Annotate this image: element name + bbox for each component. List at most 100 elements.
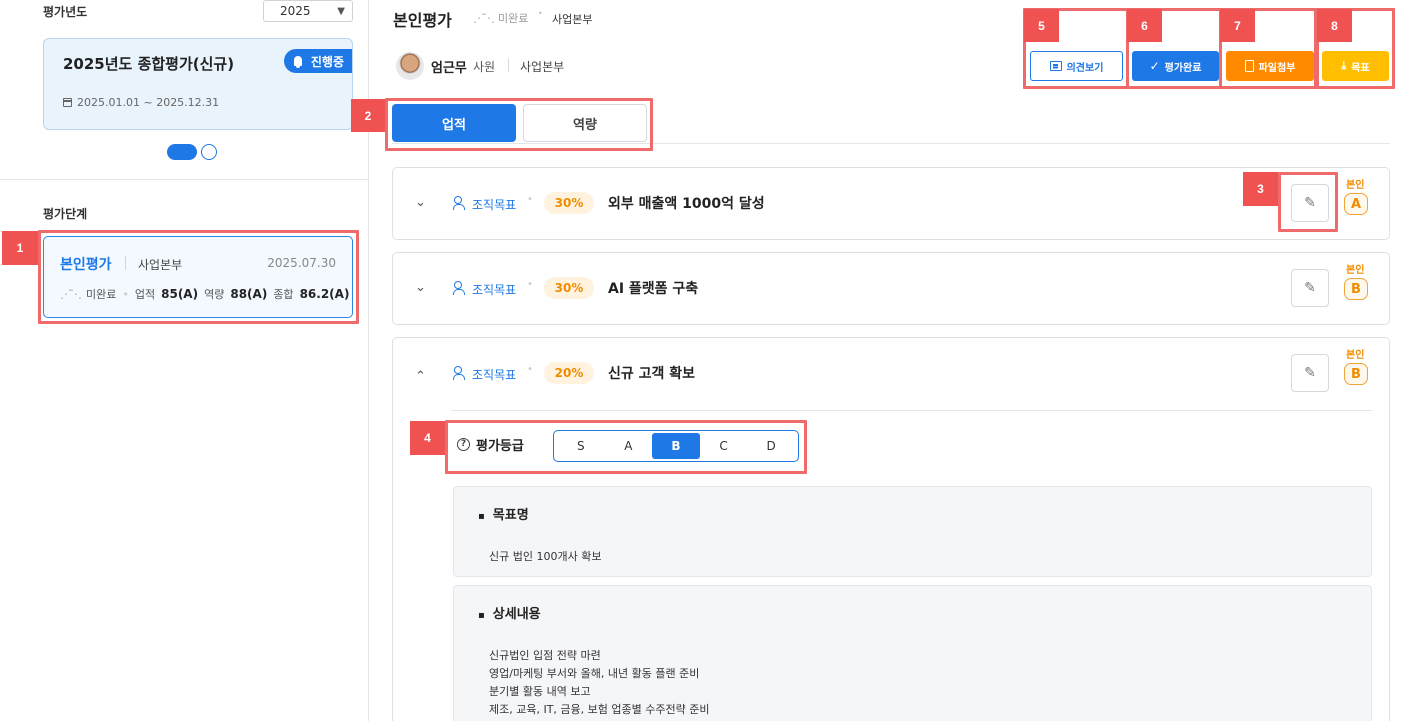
grade-label: ? 평가등급 — [457, 435, 524, 454]
page-title: 본인평가 — [393, 11, 452, 30]
incomplete-icon: ⋰⋱ — [60, 287, 82, 301]
self-grade-label: 본인 — [1346, 180, 1365, 191]
comp-label: 역량 — [204, 288, 225, 301]
stage-card-self-evaluation[interactable]: 본인평가 사업본부 2025.07.30 ⋰⋱ 미완료 • 업적 85(A) 역… — [43, 236, 353, 318]
help-icon[interactable]: ? — [457, 438, 470, 451]
goal-weight: 20% — [544, 362, 594, 384]
stage-date: 2025.07.30 — [267, 256, 336, 270]
self-grade-badge: B — [1344, 363, 1368, 385]
stage-title: 평가단계 — [43, 207, 88, 221]
tab-competency[interactable]: 역량 — [523, 104, 647, 142]
edit-button[interactable]: ✎ — [1291, 354, 1329, 392]
chevron-down-icon[interactable]: ⌄ — [415, 281, 426, 294]
annotation-marker: 2 — [351, 99, 385, 132]
user-dept: 사업본부 — [520, 60, 565, 74]
user-name: 엄근무 — [431, 61, 467, 76]
grade-option-a[interactable]: A — [605, 433, 653, 459]
detail-content-lines: 신규법인 입점 전략 마련 영업/마케팅 부서와 올해, 내년 활동 플랜 준비… — [489, 647, 709, 719]
evaluation-tabs: 업적 역량 — [392, 104, 647, 142]
self-grade-badge: B — [1344, 278, 1368, 300]
sidebar: 평가년도 2025 ▼ 2025년도 종합평가(신규) 진행중 2025.01.… — [0, 0, 369, 721]
grade-label-text: 평가등급 — [476, 439, 524, 454]
evaluation-card[interactable]: 2025년도 종합평가(신규) 진행중 2025.01.01 ~ 2025.12… — [43, 38, 353, 130]
carousel-dots — [167, 144, 217, 160]
people-icon — [453, 366, 469, 380]
bell-icon — [293, 56, 302, 68]
separator-dot: • — [527, 364, 533, 375]
user-rank: 사원 — [473, 60, 496, 74]
period-text: 2025.01.01 ~ 2025.12.31 — [77, 96, 220, 109]
goal-name-title: 목표명 — [478, 504, 529, 523]
tab-performance[interactable]: 업적 — [392, 104, 516, 142]
view-opinion-button[interactable]: 의견보기 — [1030, 51, 1123, 81]
self-grade-label: 본인 — [1346, 265, 1365, 276]
goal-card: ⌄ 조직목표 • 30% AI 플랫폼 구축 ✎ 본인 B — [392, 252, 1390, 325]
tabs-divider — [392, 143, 1390, 144]
incomplete-icon: ⋰⋱ — [473, 11, 495, 25]
goal-download-button[interactable]: ⤓ 목표 — [1322, 51, 1389, 81]
goal-download-label: 목표 — [1351, 62, 1370, 74]
detail-line: 신규법인 입점 전략 마련 — [489, 649, 601, 662]
goal-type: 조직목표 — [472, 283, 517, 297]
complete-evaluation-button[interactable]: ✓ 평가완료 — [1132, 51, 1219, 81]
stage-status: 미완료 — [86, 288, 117, 301]
attach-file-label: 파일첨부 — [1258, 62, 1296, 74]
annotation-marker: 1 — [2, 231, 38, 265]
divider — [508, 58, 509, 72]
sidebar-divider — [0, 179, 368, 180]
annotation-marker: 7 — [1220, 9, 1255, 42]
goal-name-box: 목표명 신규 법인 100개사 확보 — [453, 486, 1372, 577]
view-opinion-label: 의견보기 — [1066, 62, 1104, 74]
chevron-down-icon[interactable]: ⌄ — [415, 196, 426, 209]
attach-file-button[interactable]: 파일첨부 — [1226, 51, 1314, 81]
comment-icon — [1049, 61, 1062, 71]
goal-weight: 30% — [544, 192, 594, 214]
pencil-icon: ✎ — [1304, 365, 1316, 381]
self-grade-badge: A — [1344, 193, 1368, 215]
goal-type: 조직목표 — [472, 368, 517, 382]
detail-content-box: 상세내용 신규법인 입점 전략 마련 영업/마케팅 부서와 올해, 내년 활동 … — [453, 585, 1372, 721]
file-icon — [1244, 60, 1254, 72]
grade-option-c[interactable]: C — [700, 433, 748, 459]
annotation-marker: 8 — [1317, 9, 1352, 42]
year-header: 평가년도 2025 ▼ — [43, 0, 353, 22]
grade-option-b[interactable]: B — [652, 433, 700, 459]
perf-label: 업적 — [134, 288, 156, 301]
goal-name-text: 신규 법인 100개사 확보 — [489, 550, 602, 563]
grade-option-s[interactable]: S — [557, 433, 605, 459]
people-icon — [453, 196, 469, 210]
chevron-down-icon: ▼ — [337, 5, 345, 17]
stage-dept: 사업본부 — [138, 258, 183, 272]
pencil-icon: ✎ — [1304, 280, 1316, 296]
edit-button[interactable]: ✎ — [1291, 184, 1329, 222]
year-select[interactable]: 2025 ▼ — [263, 0, 353, 22]
chevron-up-icon[interactable]: ⌃ — [415, 370, 426, 383]
comp-score: 88(A) — [230, 287, 268, 301]
header-status: ⋰⋱ 미완료 — [473, 10, 528, 26]
grade-selector: S A B C D — [553, 430, 799, 462]
detail-content-title: 상세내용 — [478, 603, 541, 622]
edit-button[interactable]: ✎ — [1291, 269, 1329, 307]
divider — [125, 256, 126, 270]
year-title: 평가년도 — [43, 4, 88, 19]
header-status-text: 미완료 — [498, 12, 529, 25]
year-value: 2025 — [280, 4, 311, 18]
annotation-marker: 6 — [1127, 9, 1162, 42]
grade-option-d[interactable]: D — [747, 433, 795, 459]
avatar — [396, 52, 424, 80]
self-grade-label: 본인 — [1346, 350, 1365, 361]
annotation-marker: 3 — [1243, 172, 1278, 206]
check-icon: ✓ — [1149, 59, 1160, 73]
goal-name: 신규 고객 확보 — [608, 366, 696, 382]
goal-card-expanded: ⌃ 조직목표 • 20% 신규 고객 확보 ✎ 본인 B ? 평가등급 S A … — [392, 337, 1390, 721]
detail-line: 분기별 활동 내역 보고 — [489, 685, 591, 698]
calendar-icon — [63, 98, 72, 107]
total-label: 종합 — [273, 288, 294, 301]
detail-line: 제조, 교육, IT, 금융, 보험 업종별 수주전략 준비 — [489, 703, 710, 716]
carousel-dot[interactable] — [201, 144, 217, 160]
goal-name: AI 플랫폼 구축 — [608, 281, 699, 297]
complete-evaluation-label: 평가완료 — [1164, 62, 1202, 74]
carousel-dot-active[interactable] — [167, 144, 197, 160]
main-content: 본인평가 ⋰⋱ 미완료 • 사업본부 엄근무 사원 사업본부 의견보기 ✓ 평가… — [369, 0, 1404, 721]
header-dept: 사업본부 — [552, 13, 593, 26]
